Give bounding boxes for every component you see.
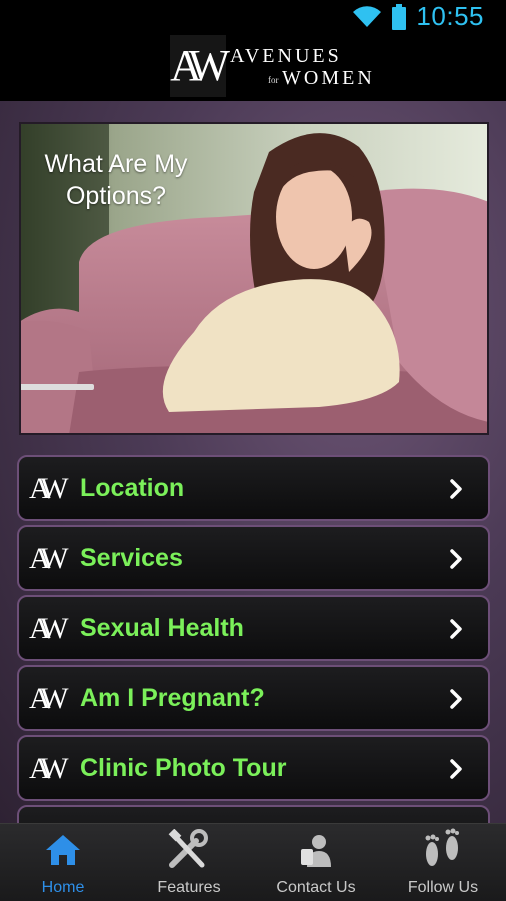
status-bar: 10:55: [0, 0, 506, 33]
menu-item-am-i-pregnant[interactable]: AW Am I Pregnant?: [17, 665, 490, 731]
tab-features[interactable]: Features: [126, 824, 252, 901]
menu-list: AW Location AW Services AW Sexual Health…: [17, 455, 490, 823]
menu-item-label: Am I Pregnant?: [80, 684, 265, 712]
tab-label: Features: [157, 879, 221, 896]
footprints-icon: [425, 828, 459, 866]
aw-logo-icon: AW: [29, 472, 68, 505]
aw-logo-icon: AW: [29, 752, 68, 785]
app-header: AW AVENUES for WOMEN: [0, 33, 506, 101]
logo-text-bottom: WOMEN: [282, 67, 375, 89]
menu-item-label: Sexual Health: [80, 614, 244, 642]
tab-label: Contact Us: [276, 879, 356, 896]
aw-logo-icon: AW: [29, 612, 68, 645]
wifi-icon: [353, 5, 382, 27]
hero-banner[interactable]: What Are My Options?: [19, 122, 489, 435]
tab-label: Follow Us: [407, 879, 479, 896]
chevron-right-icon: [450, 479, 462, 499]
menu-item-location[interactable]: AW Location: [17, 455, 490, 521]
status-icons: 10:55: [352, 0, 484, 33]
tab-label: Home: [41, 879, 85, 896]
home-icon: [46, 835, 80, 865]
clock-time: 10:55: [416, 1, 484, 31]
main-content: What Are My Options? AW Location AW Serv…: [0, 101, 506, 823]
contact-icon: [301, 835, 331, 867]
bottom-tab-bar: Home Features Contact Us Follow Us: [0, 823, 506, 901]
battery-icon: [392, 3, 407, 30]
menu-item-services[interactable]: AW Services: [17, 525, 490, 591]
tab-contact-us[interactable]: Contact Us: [253, 824, 379, 901]
aw-logo-icon: AW: [29, 542, 68, 575]
logo-text-for: for: [268, 75, 279, 85]
tools-icon: [168, 829, 208, 868]
tab-home[interactable]: Home: [0, 824, 126, 901]
chevron-right-icon: [450, 619, 462, 639]
menu-item-label: Services: [80, 544, 183, 572]
aw-logo-icon: AW: [29, 682, 68, 715]
avenues-for-women-logo: AW AVENUES for WOMEN: [170, 35, 380, 97]
chevron-right-icon: [450, 689, 462, 709]
tab-follow-us[interactable]: Follow Us: [380, 824, 506, 901]
menu-item-sexual-health[interactable]: AW Sexual Health: [17, 595, 490, 661]
logo-text-top: AVENUES: [230, 45, 342, 67]
logo-mark: AW: [170, 35, 230, 97]
chevron-right-icon: [450, 549, 462, 569]
menu-item-label: Clinic Photo Tour: [80, 754, 287, 782]
menu-item-clinic-photo-tour[interactable]: AW Clinic Photo Tour: [17, 735, 490, 801]
menu-item-partial[interactable]: [17, 805, 490, 823]
menu-item-label: Location: [80, 474, 185, 502]
chevron-right-icon: [450, 759, 462, 779]
hero-title: What Are My Options?: [44, 150, 188, 210]
